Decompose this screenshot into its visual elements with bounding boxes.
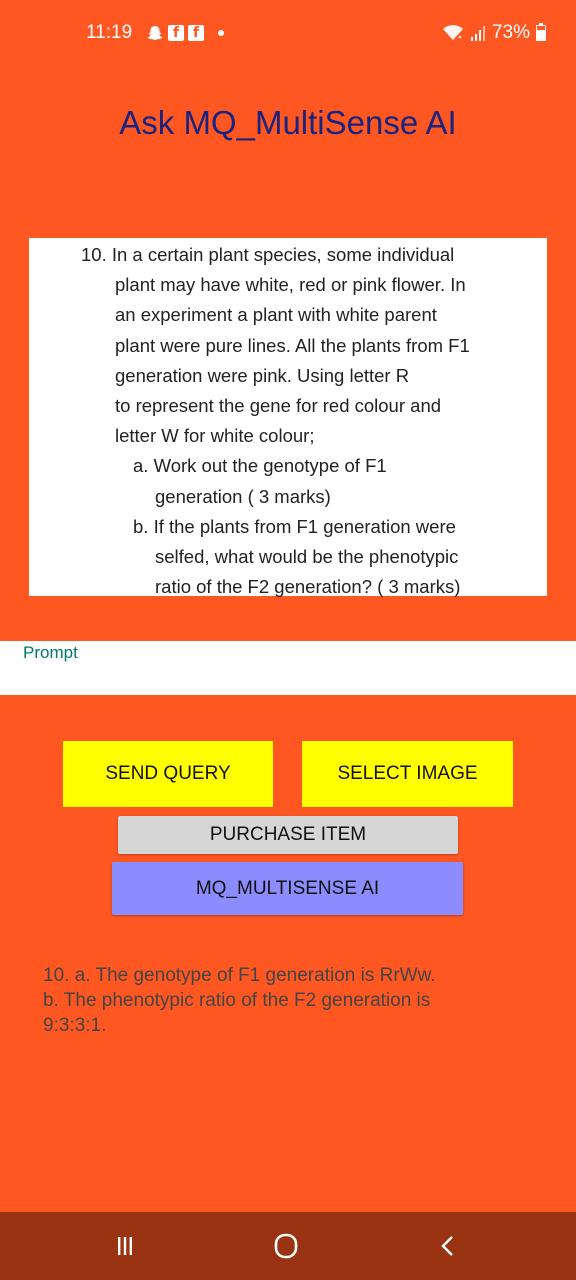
facebook-icon: f <box>188 25 204 41</box>
back-icon <box>441 1236 453 1256</box>
prompt-input[interactable] <box>0 641 576 695</box>
wifi-icon <box>442 24 464 42</box>
question-line: plant were pure lines. All the plants fr… <box>115 334 470 356</box>
page-title: Ask MQ_MultiSense AI <box>119 104 457 141</box>
home-button[interactable] <box>256 1226 316 1266</box>
send-query-button[interactable]: SEND QUERY <box>63 741 273 807</box>
mq-multisense-button[interactable]: MQ_MULTISENSE AI <box>112 862 463 915</box>
question-line: b. If the plants from F1 generation were <box>133 515 456 537</box>
battery-icon <box>536 23 546 41</box>
recents-icon <box>118 1237 132 1255</box>
status-time: 11:19 <box>86 22 133 43</box>
status-bar: 11:19 f f 73% <box>0 0 576 70</box>
question-line: 10. In a certain plant species, some ind… <box>81 244 455 265</box>
battery-percent: 73% <box>491 22 530 43</box>
question-line: plant may have white, red or pink flower… <box>115 274 466 296</box>
snapchat-icon <box>146 24 164 42</box>
purchase-item-button[interactable]: PURCHASE ITEM <box>118 816 458 854</box>
selected-question-image: 10. In a certain plant species, some ind… <box>29 238 547 597</box>
question-line: generation ( 3 marks) <box>155 485 331 507</box>
signal-icon <box>470 24 486 42</box>
question-line: ratio of the F2 generation? ( 3 marks) <box>155 576 461 598</box>
notification-dot-icon <box>218 30 224 36</box>
navigation-bar <box>0 1212 576 1280</box>
question-line: generation were pink. Using letter R <box>115 364 410 386</box>
prompt-label: Prompt <box>23 643 78 662</box>
question-line: an experiment a plant with white parent <box>115 304 437 326</box>
recents-button[interactable] <box>95 1226 155 1266</box>
question-line: a. Work out the genotype of F1 <box>133 455 387 477</box>
status-right: 73% <box>442 22 546 44</box>
back-button[interactable] <box>418 1226 478 1266</box>
question-line: letter W for white colour; <box>115 425 315 447</box>
answer-text: 10. a. The genotype of F1 generation is … <box>43 965 436 1036</box>
facebook-icon: f <box>168 25 184 41</box>
select-image-button[interactable]: SELECT IMAGE <box>302 741 513 807</box>
question-line: selfed, what would be the phenotypic <box>155 546 459 568</box>
home-icon <box>274 1233 298 1259</box>
notification-icons: f f <box>146 24 224 42</box>
question-line: to represent the gene for red colour and <box>115 395 442 417</box>
